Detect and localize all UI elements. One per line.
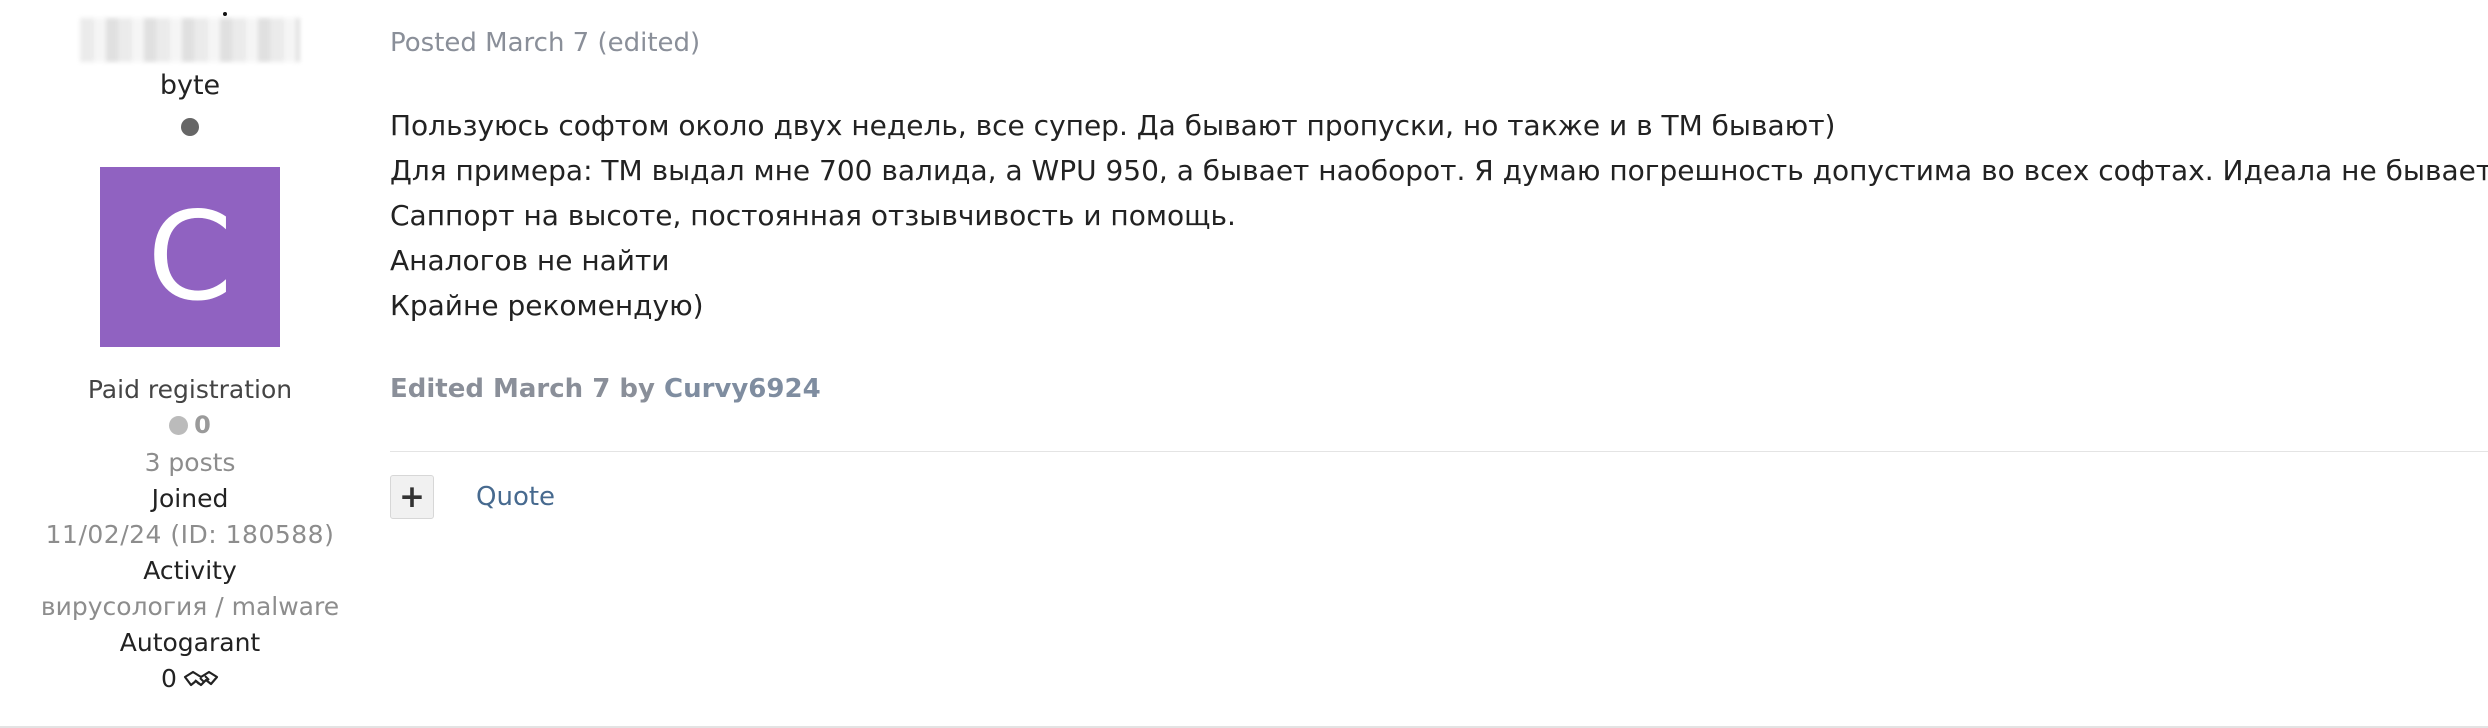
joined-label: Joined (151, 484, 229, 513)
joined-value: 11/02/24 (ID: 180588) (45, 520, 335, 549)
post-body-line: Пользуюсь софтом около двух недель, все … (390, 109, 1836, 142)
reputation-value: 0 (194, 411, 211, 439)
handshake-icon (183, 668, 219, 690)
small-dot-mark (223, 12, 227, 16)
autogarant-value: 0 (161, 664, 177, 693)
blurred-username (80, 18, 300, 62)
author-reputation: 0 (0, 411, 380, 439)
online-status-icon (181, 118, 199, 136)
post-body: Пользуюсь софтом около двух недель, все … (390, 103, 2488, 328)
post-body-line: Крайне рекомендую) (390, 289, 704, 322)
quote-button[interactable]: Quote (476, 482, 555, 512)
reputation-icon (169, 416, 189, 435)
post-body-line: Саппорт на высоте, постоянная отзывчивос… (390, 199, 1236, 232)
author-post-count: 3 posts (144, 448, 236, 477)
edited-author-link[interactable]: Curvy6924 (664, 374, 821, 404)
post-body-line: Аналогов не найти (390, 244, 670, 277)
multiquote-plus-button[interactable]: + (390, 475, 434, 519)
author-panel: byte C Paid registration 0 3 posts Joine… (0, 0, 380, 728)
edited-note: Edited March 7 by Curvy6924 (390, 374, 821, 404)
autogarant-label: Autogarant (119, 628, 261, 657)
avatar[interactable]: C (100, 167, 280, 347)
post-date: Posted March 7 (edited) (390, 28, 701, 58)
post-main: Posted March 7 (edited) Пользуюсь софтом… (390, 0, 2488, 728)
author-rank-title: byte (159, 70, 221, 101)
post-divider (390, 451, 2488, 452)
edited-prefix: Edited March 7 by (390, 374, 655, 404)
autogarant-value-row: 0 (0, 664, 380, 693)
activity-label: Activity (143, 556, 237, 585)
post-body-line: Для примера: ТМ выдал мне 700 валида, а … (390, 154, 2488, 187)
author-group: Paid registration (87, 375, 293, 404)
activity-value: вирусология / malware (40, 592, 340, 621)
